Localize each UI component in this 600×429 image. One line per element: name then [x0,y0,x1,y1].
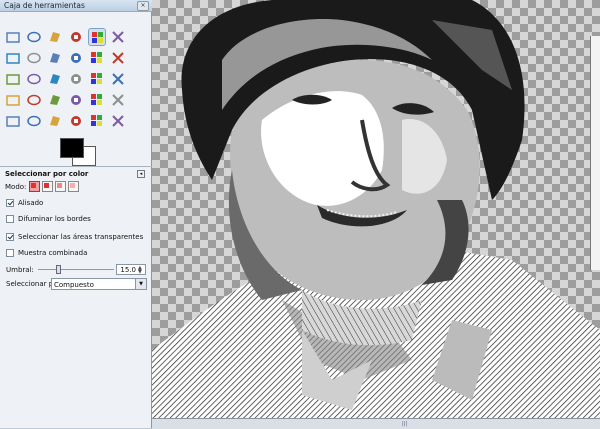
airbrush-icon[interactable] [109,91,127,109]
threshold-spinbox[interactable]: 15.0 ▲ ▼ [116,264,146,275]
eraser-icon[interactable] [88,91,106,109]
measure-icon[interactable] [67,49,85,67]
flip-icon[interactable] [109,70,127,88]
threshold-value: 15.0 [120,266,136,274]
heal-icon[interactable] [46,112,64,130]
feather-label: Difuminar los bordes [18,215,91,223]
panel-menu-icon[interactable]: ◂ [137,170,145,178]
mode-add-button[interactable] [42,181,53,192]
ink-icon[interactable] [4,112,22,130]
spin-arrows-icon[interactable]: ▲ ▼ [138,266,144,275]
select-by-dropdown[interactable]: Compuesto ▼ [51,278,147,290]
mode-intersect-button[interactable] [68,181,79,192]
smudge-icon[interactable] [67,112,85,130]
mode-subtract-button[interactable] [55,181,66,192]
tool-options-title: Seleccionar por color [5,170,89,178]
portrait-image [152,0,600,428]
mode-replace-button[interactable] [29,181,40,192]
scale-icon[interactable] [46,70,64,88]
antialias-checkbox[interactable] [6,199,14,207]
toolbox-titlebar: Caja de herramientas × [0,0,152,12]
zoom-icon[interactable] [46,49,64,67]
text-icon[interactable] [4,91,22,109]
window-title: Caja de herramientas [4,1,85,10]
merged-label: Muestra combinada [18,249,88,257]
close-icon[interactable]: × [137,1,149,11]
align-icon[interactable] [109,49,127,67]
shear-icon[interactable] [67,70,85,88]
blend-icon[interactable] [25,91,43,109]
dodge-burn-icon[interactable] [88,112,106,130]
scissors-select-icon[interactable] [109,28,127,46]
threshold-label: Umbral: [6,266,34,274]
color-picker-icon[interactable] [25,49,43,67]
antialias-label: Alisado [18,199,44,207]
image-canvas[interactable] [152,0,600,428]
merged-checkbox[interactable] [6,249,14,257]
bucket-fill-icon[interactable] [109,112,127,130]
clone-icon[interactable] [25,112,43,130]
transparent-checkbox[interactable] [6,233,14,241]
scroll-grip-icon[interactable]: ||| [402,421,422,427]
rect-select-icon[interactable] [4,28,22,46]
pencil-icon[interactable] [46,91,64,109]
chevron-down-icon: ▼ [135,279,146,289]
free-select-icon[interactable] [46,28,64,46]
threshold-slider[interactable] [38,265,114,274]
horizontal-scrollbar[interactable]: ||| [152,418,600,429]
toolbox-panel: Caja de herramientas × Seleccionar por c… [0,0,152,428]
slider-thumb[interactable] [56,265,61,274]
feather-checkbox[interactable] [6,215,14,223]
perspective-icon[interactable] [88,70,106,88]
paths-icon[interactable] [4,49,22,67]
select-by-value: Compuesto [54,281,94,289]
mode-label: Modo: [5,183,27,191]
rotate-icon[interactable] [25,70,43,88]
fuzzy-select-icon[interactable] [67,28,85,46]
slider-track [38,269,114,270]
divider [0,166,152,167]
transparent-label: Seleccionar las áreas transparentes [18,233,144,241]
ellipse-select-icon[interactable] [25,28,43,46]
crop-icon[interactable] [4,70,22,88]
select-by-color-icon[interactable] [88,28,106,46]
move-icon[interactable] [88,49,106,67]
foreground-color-swatch[interactable] [60,138,84,158]
color-swatches [60,135,98,166]
right-dock-edge [590,36,600,270]
paintbrush-icon[interactable] [67,91,85,109]
